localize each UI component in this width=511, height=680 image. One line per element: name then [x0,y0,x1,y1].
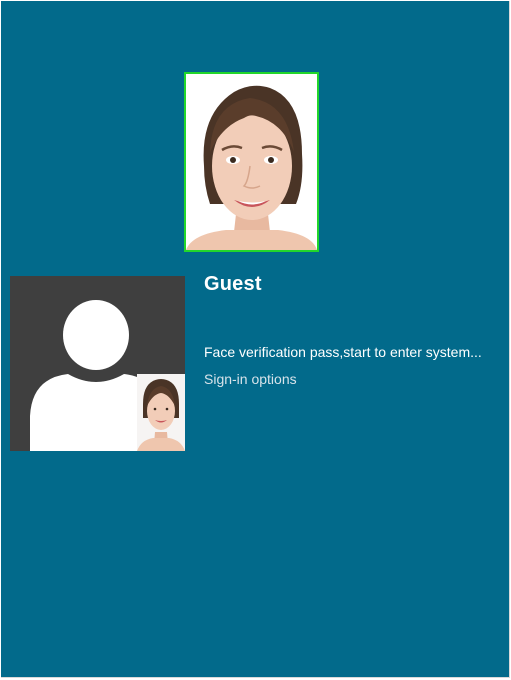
verification-status-text: Face verification pass,start to enter sy… [204,344,482,360]
face-capture-preview [184,72,319,252]
face-thumbnail [137,374,185,451]
sign-in-options-link[interactable]: Sign-in options [204,371,297,387]
face-photo [186,74,317,250]
login-screen: Guest Face verification pass,start to en… [1,1,510,678]
account-username: Guest [204,273,262,295]
user-avatar-tile[interactable] [10,276,185,451]
